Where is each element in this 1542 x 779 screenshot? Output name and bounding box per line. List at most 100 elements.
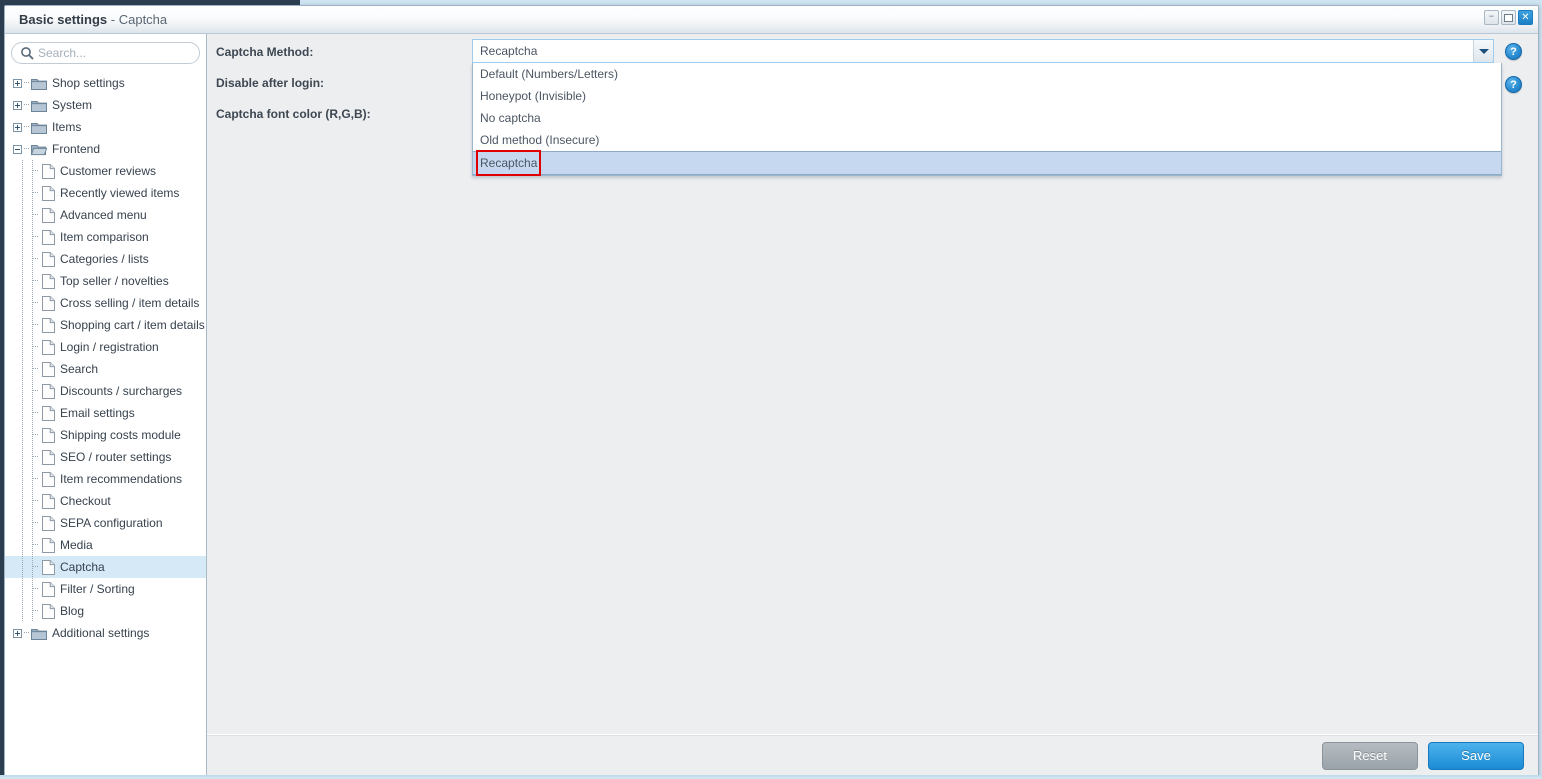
page-icon bbox=[42, 471, 55, 487]
reset-button[interactable]: Reset bbox=[1322, 741, 1418, 770]
page-icon bbox=[42, 537, 55, 553]
sidebar-item-blog[interactable]: Blog bbox=[5, 600, 206, 622]
help-icon-1[interactable]: ? bbox=[1505, 76, 1522, 93]
tree-connector bbox=[28, 446, 42, 468]
tree-toggle-icon[interactable] bbox=[13, 628, 22, 638]
captcha-method-option-recaptcha[interactable]: Recaptcha bbox=[473, 150, 1501, 176]
sidebar-item-shopping-cart-item-details[interactable]: Shopping cart / item details bbox=[5, 314, 206, 336]
sidebar-item-login-registration[interactable]: Login / registration bbox=[5, 336, 206, 358]
sidebar-item-label: Recently viewed items bbox=[60, 186, 180, 200]
sidebar-item-advanced-menu[interactable]: Advanced menu bbox=[5, 204, 206, 226]
sidebar-item-item-recommendations[interactable]: Item recommendations bbox=[5, 468, 206, 490]
sidebar-item-sepa-configuration[interactable]: SEPA configuration bbox=[5, 512, 206, 534]
sidebar-item-email-settings[interactable]: Email settings bbox=[5, 402, 206, 424]
page-icon bbox=[42, 449, 55, 465]
folder-icon bbox=[31, 144, 47, 155]
tree-toggle-icon[interactable] bbox=[13, 144, 22, 154]
captcha-method-option-no-captcha[interactable]: No captcha bbox=[473, 107, 1501, 129]
field-label-2: Captcha font color (R,G,B): bbox=[216, 107, 371, 121]
search-input[interactable] bbox=[38, 46, 188, 60]
sidebar-item-top-seller-novelties[interactable]: Top seller / novelties bbox=[5, 270, 206, 292]
tree-connector bbox=[17, 270, 28, 292]
sidebar-item-filter-sorting[interactable]: Filter / Sorting bbox=[5, 578, 206, 600]
sidebar-item-system[interactable]: System bbox=[5, 94, 206, 116]
sidebar-item-search[interactable]: Search bbox=[5, 358, 206, 380]
sidebar-item-label: Shipping costs module bbox=[60, 428, 181, 442]
search-box[interactable] bbox=[11, 42, 200, 64]
chevron-down-icon[interactable] bbox=[1473, 40, 1493, 62]
tree-connector bbox=[28, 336, 42, 358]
tree-toggle-icon[interactable] bbox=[13, 100, 22, 110]
sidebar-item-item-comparison[interactable]: Item comparison bbox=[5, 226, 206, 248]
sidebar-item-label: Customer reviews bbox=[60, 164, 157, 178]
captcha-method-option-old-method-insecure[interactable]: Old method (Insecure) bbox=[473, 129, 1501, 151]
tree-connector bbox=[17, 292, 28, 314]
captcha-method-value: Recaptcha bbox=[480, 44, 538, 58]
help-icon-0[interactable]: ? bbox=[1505, 43, 1522, 60]
page-icon bbox=[42, 405, 55, 421]
sidebar-item-discounts-surcharges[interactable]: Discounts / surcharges bbox=[5, 380, 206, 402]
sidebar-item-captcha[interactable]: Captcha bbox=[5, 556, 206, 578]
tree-connector bbox=[28, 270, 42, 292]
page-icon bbox=[42, 295, 55, 311]
tree-connector bbox=[24, 622, 31, 644]
tree-connector bbox=[28, 468, 42, 490]
save-button[interactable]: Save bbox=[1428, 741, 1524, 770]
sidebar-item-label: Discounts / surcharges bbox=[60, 384, 183, 398]
tree-connector bbox=[24, 94, 31, 116]
page-icon bbox=[42, 515, 55, 531]
maximize-button[interactable] bbox=[1501, 10, 1516, 25]
sidebar-item-customer-reviews[interactable]: Customer reviews bbox=[5, 160, 206, 182]
sidebar-item-additional-settings[interactable]: Additional settings bbox=[5, 622, 206, 644]
tree-connector bbox=[17, 182, 28, 204]
option-label: Recaptcha bbox=[475, 150, 542, 176]
tree-connector bbox=[28, 358, 42, 380]
sidebar-item-seo-router-settings[interactable]: SEO / router settings bbox=[5, 446, 206, 468]
tree-toggle-icon[interactable] bbox=[13, 78, 22, 88]
sidebar-item-label: Media bbox=[60, 538, 93, 552]
dialog-footer: Reset Save bbox=[207, 734, 1538, 776]
tree-connector bbox=[17, 204, 28, 226]
page-icon bbox=[42, 251, 55, 267]
sidebar-item-checkout[interactable]: Checkout bbox=[5, 490, 206, 512]
sidebar-item-shop-settings[interactable]: Shop settings bbox=[5, 72, 206, 94]
sidebar-item-frontend[interactable]: Frontend bbox=[5, 138, 206, 160]
tree-connector bbox=[28, 182, 42, 204]
folder-icon bbox=[31, 78, 47, 90]
sidebar-item-cross-selling-item-details[interactable]: Cross selling / item details bbox=[5, 292, 206, 314]
sidebar-item-label: Cross selling / item details bbox=[60, 296, 200, 310]
tree-connector bbox=[28, 380, 42, 402]
sidebar-item-media[interactable]: Media bbox=[5, 534, 206, 556]
page-icon bbox=[42, 229, 55, 245]
tree-toggle-icon[interactable] bbox=[13, 122, 22, 132]
tree-connector bbox=[17, 380, 28, 402]
search-icon bbox=[20, 46, 34, 60]
close-button[interactable]: ✕ bbox=[1518, 10, 1533, 25]
window-controls: – ✕ bbox=[1484, 10, 1533, 25]
sidebar-item-recently-viewed-items[interactable]: Recently viewed items bbox=[5, 182, 206, 204]
page-icon bbox=[42, 581, 55, 597]
settings-content: Captcha Method: Disable after login: Captc… bbox=[207, 34, 1538, 734]
captcha-method-input[interactable]: Recaptcha bbox=[472, 39, 1494, 63]
minimize-button[interactable]: – bbox=[1484, 10, 1499, 25]
sidebar-item-label: Email settings bbox=[60, 406, 135, 420]
folder-icon bbox=[31, 122, 47, 134]
sidebar-item-items[interactable]: Items bbox=[5, 116, 206, 138]
tree-connector bbox=[17, 578, 28, 600]
sidebar-item-label: System bbox=[52, 98, 93, 112]
captcha-method-option-default-numbers-letters[interactable]: Default (Numbers/Letters) bbox=[473, 63, 1501, 85]
page-icon bbox=[42, 559, 55, 575]
sidebar-item-categories-lists[interactable]: Categories / lists bbox=[5, 248, 206, 270]
option-label: Default (Numbers/Letters) bbox=[480, 67, 619, 81]
sidebar-item-shipping-costs-module[interactable]: Shipping costs module bbox=[5, 424, 206, 446]
tree-connector bbox=[28, 424, 42, 446]
tree-connector bbox=[28, 314, 42, 336]
tree-connector bbox=[28, 600, 42, 622]
page-icon bbox=[42, 185, 55, 201]
tree-connector bbox=[28, 512, 42, 534]
captcha-method-option-honeypot-invisible[interactable]: Honeypot (Invisible) bbox=[473, 85, 1501, 107]
tree-connector bbox=[28, 204, 42, 226]
minimize-icon: – bbox=[1488, 8, 1495, 22]
tree-connector bbox=[17, 314, 28, 336]
page-icon bbox=[42, 273, 55, 289]
